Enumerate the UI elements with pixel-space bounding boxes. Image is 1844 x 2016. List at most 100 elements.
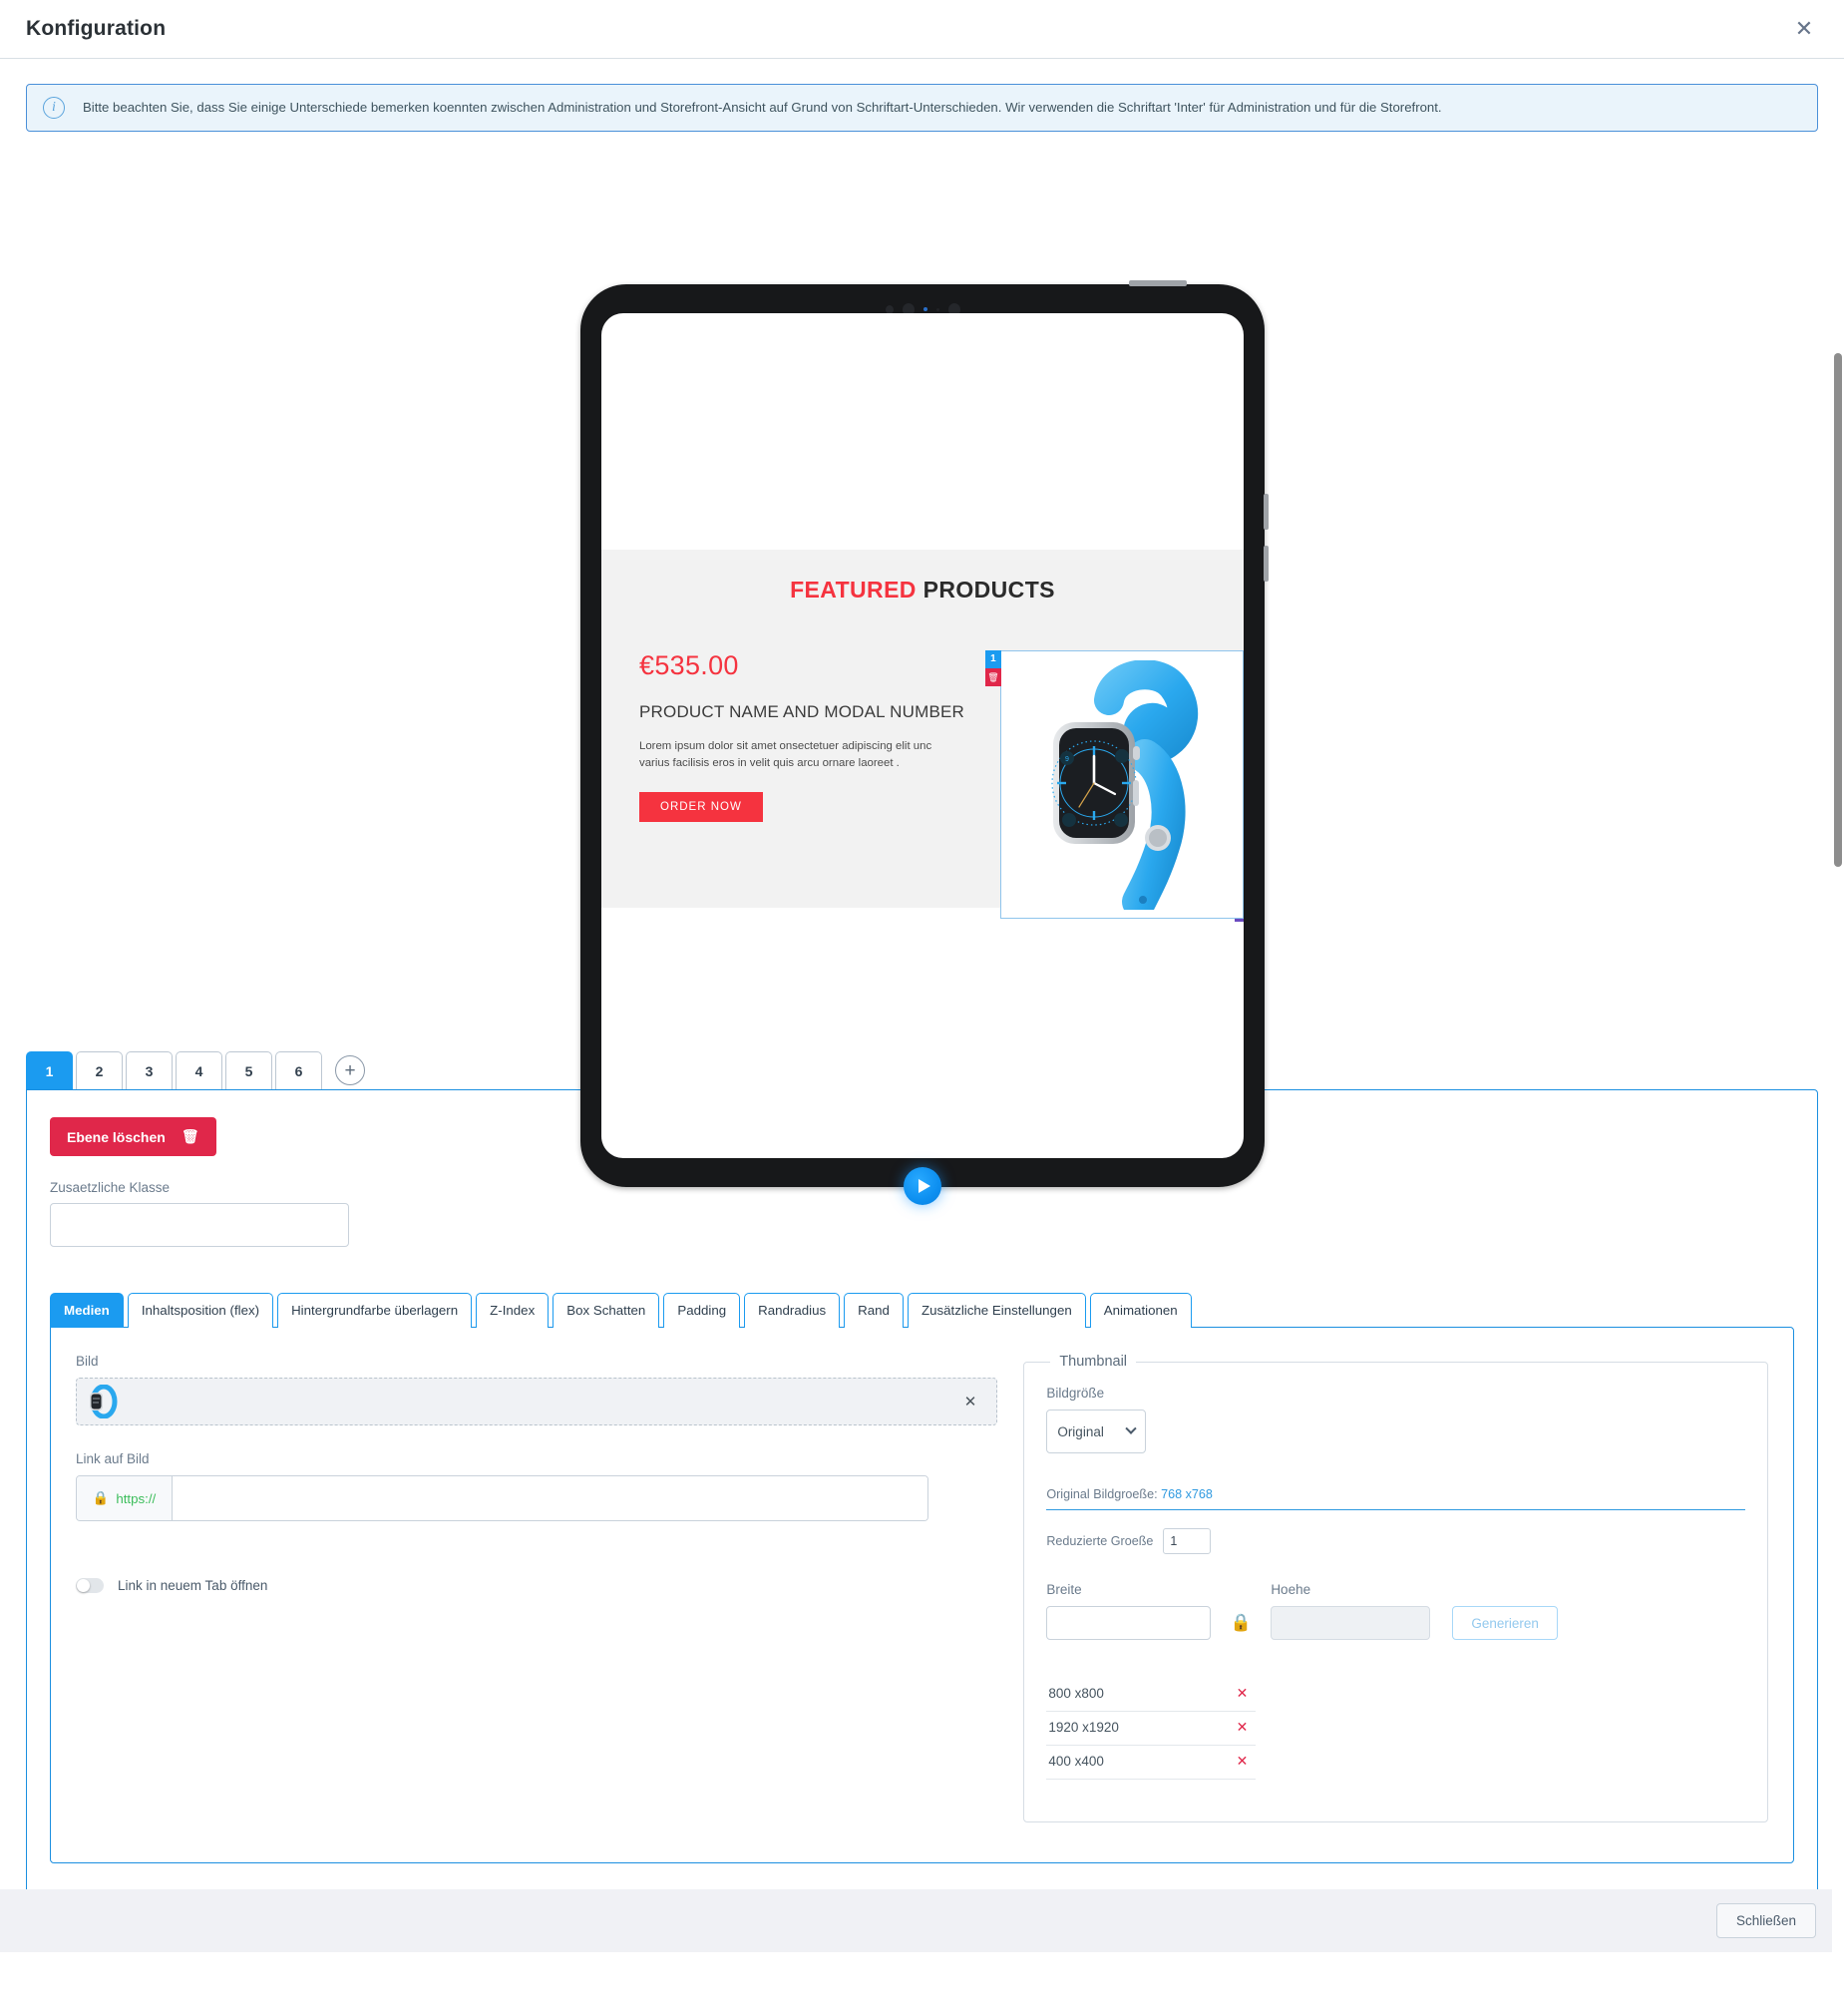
tab-box-schatten[interactable]: Box Schatten	[553, 1293, 660, 1328]
storefront-heading-highlight: FEATURED	[790, 577, 917, 603]
remove-size-icon[interactable]: ✕	[1231, 1684, 1255, 1703]
size-label: 400 x400	[1048, 1754, 1104, 1769]
image-link-group: 🔒 https://	[76, 1475, 928, 1521]
modal-header: Konfiguration ✕	[0, 0, 1844, 59]
image-dropzone[interactable]: ✕	[76, 1378, 998, 1425]
info-icon: i	[43, 97, 65, 119]
media-left-column: Bild ✕ Link auf Bild 🔒 https:// Link in …	[76, 1354, 1023, 1822]
close-icon[interactable]: ✕	[1792, 17, 1816, 41]
remove-size-icon[interactable]: ✕	[1231, 1718, 1255, 1737]
layer-tab-2[interactable]: 2	[76, 1051, 123, 1089]
tab-z-index[interactable]: Z-Index	[476, 1293, 550, 1328]
tab-medien[interactable]: Medien	[50, 1293, 124, 1328]
blue-smartwatch-thumbnail	[90, 1385, 118, 1418]
thumbnail-size-list: 800 x800 ✕ 1920 x1920 ✕ 400 x400 ✕	[1046, 1678, 1257, 1780]
svg-text:9: 9	[1065, 756, 1069, 763]
product-description: Lorem ipsum dolor sit amet onsectetuer a…	[639, 740, 932, 770]
page-title: Konfiguration	[26, 17, 167, 40]
tab-padding[interactable]: Padding	[663, 1293, 741, 1328]
height-label: Hoehe	[1271, 1582, 1311, 1597]
product-title: PRODUCT NAME AND MODAL NUMBER	[639, 702, 965, 721]
storefront-section: FEATURED PRODUCTS €535.00 PRODUCT NAME A…	[601, 550, 1244, 922]
url-prefix-text: https://	[116, 1490, 157, 1506]
order-now-button[interactable]: ORDER NOW	[639, 792, 763, 823]
layer-tab-3[interactable]: 3	[126, 1051, 173, 1089]
camera-mic-icon	[935, 307, 939, 311]
aspect-lock-icon[interactable]: 🔒	[1211, 1613, 1271, 1633]
chevron-down-icon	[1125, 1422, 1137, 1434]
image-size-label: Bildgröße	[1046, 1386, 1105, 1401]
tab-randradius[interactable]: Randradius	[744, 1293, 841, 1328]
modal-body: i Bitte beachten Sie, dass Sie einige Un…	[0, 59, 1844, 1952]
list-item: 800 x800 ✕	[1046, 1678, 1257, 1712]
layer-panel: Ebene löschen 🗑 Zusaetzliche Klasse Medi…	[26, 1089, 1818, 1894]
list-item: 400 x400 ✕	[1046, 1746, 1257, 1780]
thumbnail-fieldset: Thumbnail Bildgröße Original Original Bi…	[1023, 1354, 1768, 1822]
media-right-column: Thumbnail Bildgröße Original Original Bi…	[1023, 1354, 1768, 1822]
layer-tab-6[interactable]: 6	[275, 1051, 322, 1089]
layer-tab-4[interactable]: 4	[176, 1051, 222, 1089]
tab-animationen[interactable]: Animationen	[1089, 1293, 1192, 1328]
layer-tab-1[interactable]: 1	[26, 1051, 73, 1089]
remove-size-icon[interactable]: ✕	[1231, 1752, 1255, 1771]
play-preview-button[interactable]	[904, 1167, 941, 1205]
new-tab-switch-row: Link in neuem Tab öffnen	[76, 1578, 997, 1593]
original-size-row: Original Bildgroeße: 768 x768	[1046, 1487, 1745, 1510]
storefront-row: €535.00 PRODUCT NAME AND MODAL NUMBER Lo…	[601, 650, 1244, 922]
original-size-label: Original Bildgroeße:	[1046, 1487, 1158, 1501]
add-layer-button[interactable]: +	[335, 1055, 365, 1085]
modal-footer: Schließen	[0, 1889, 1844, 1952]
clear-image-icon[interactable]: ✕	[958, 1392, 983, 1411]
layer-delete-icon[interactable]: 🗑	[984, 668, 1001, 686]
width-label: Breite	[1046, 1582, 1082, 1597]
reduced-size-row: Reduzierte Groeße	[1046, 1528, 1745, 1554]
image-link-input[interactable]	[173, 1476, 927, 1520]
generate-button[interactable]: Generieren	[1452, 1606, 1558, 1640]
property-tab-bar: Medien Inhaltsposition (flex) Hintergrun…	[50, 1293, 1794, 1328]
tab-hintergrundfarbe[interactable]: Hintergrundfarbe überlagern	[277, 1293, 473, 1328]
tab-rand[interactable]: Rand	[844, 1293, 904, 1328]
storefront-text-column: €535.00 PRODUCT NAME AND MODAL NUMBER Lo…	[639, 650, 966, 919]
info-banner-text: Bitte beachten Sie, dass Sie einige Unte…	[83, 99, 1442, 115]
plus-icon: +	[344, 1059, 356, 1081]
width-input[interactable]	[1046, 1606, 1212, 1640]
layer-tab-5[interactable]: 5	[225, 1051, 272, 1089]
product-image-layer[interactable]: 1 🗑 9	[984, 650, 1244, 922]
open-in-new-tab-toggle[interactable]	[76, 1578, 104, 1593]
device-preview: FEATURED PRODUCTS €535.00 PRODUCT NAME A…	[0, 132, 1844, 1205]
play-icon	[919, 1179, 930, 1193]
storefront-heading: FEATURED PRODUCTS	[601, 577, 1244, 604]
image-size-value: Original	[1057, 1423, 1104, 1439]
schliessen-button[interactable]: Schließen	[1715, 1903, 1816, 1938]
original-size-value: 768 x768	[1161, 1487, 1213, 1501]
size-label: 800 x800	[1048, 1686, 1104, 1701]
reduced-size-label: Reduzierte Groeße	[1046, 1534, 1154, 1548]
tablet-screen: FEATURED PRODUCTS €535.00 PRODUCT NAME A…	[601, 313, 1244, 1158]
list-item: 1920 x1920 ✕	[1046, 1712, 1257, 1746]
tablet-volume-up-button	[1264, 494, 1269, 530]
delete-layer-label: Ebene löschen	[67, 1128, 166, 1145]
scrollbar-track[interactable]	[1832, 59, 1844, 1952]
width-height-row: 🔒 Generieren	[1046, 1606, 1745, 1640]
tablet-volume-down-button	[1264, 546, 1269, 582]
delete-layer-button[interactable]: Ebene löschen 🗑	[50, 1117, 216, 1156]
scrollbar-thumb[interactable]	[1834, 353, 1842, 867]
tab-zusaetzliche-einstellungen[interactable]: Zusätzliche Einstellungen	[907, 1293, 1086, 1328]
image-link-label: Link auf Bild	[76, 1451, 150, 1466]
reduced-size-input[interactable]	[1163, 1528, 1212, 1554]
extra-class-input[interactable]	[50, 1203, 349, 1247]
open-in-new-tab-label: Link in neuem Tab öffnen	[118, 1578, 268, 1593]
info-banner: i Bitte beachten Sie, dass Sie einige Un…	[26, 84, 1818, 132]
product-price: €535.00	[639, 650, 739, 680]
tab-inhaltsposition[interactable]: Inhaltsposition (flex)	[127, 1293, 274, 1328]
media-tab-panel: Bild ✕ Link auf Bild 🔒 https:// Link in …	[50, 1327, 1794, 1863]
thumbnail-legend: Thumbnail	[1059, 1354, 1128, 1370]
trash-icon: 🗑	[181, 1128, 199, 1144]
height-input[interactable]	[1271, 1606, 1431, 1640]
blue-smartwatch-image: 9	[1051, 659, 1199, 910]
toggle-knob	[77, 1579, 90, 1592]
camera-indicator-icon	[922, 307, 927, 311]
width-height-labels: Breite Hoehe	[1046, 1582, 1745, 1597]
size-label: 1920 x1920	[1048, 1720, 1119, 1735]
image-size-select[interactable]: Original	[1046, 1410, 1147, 1453]
